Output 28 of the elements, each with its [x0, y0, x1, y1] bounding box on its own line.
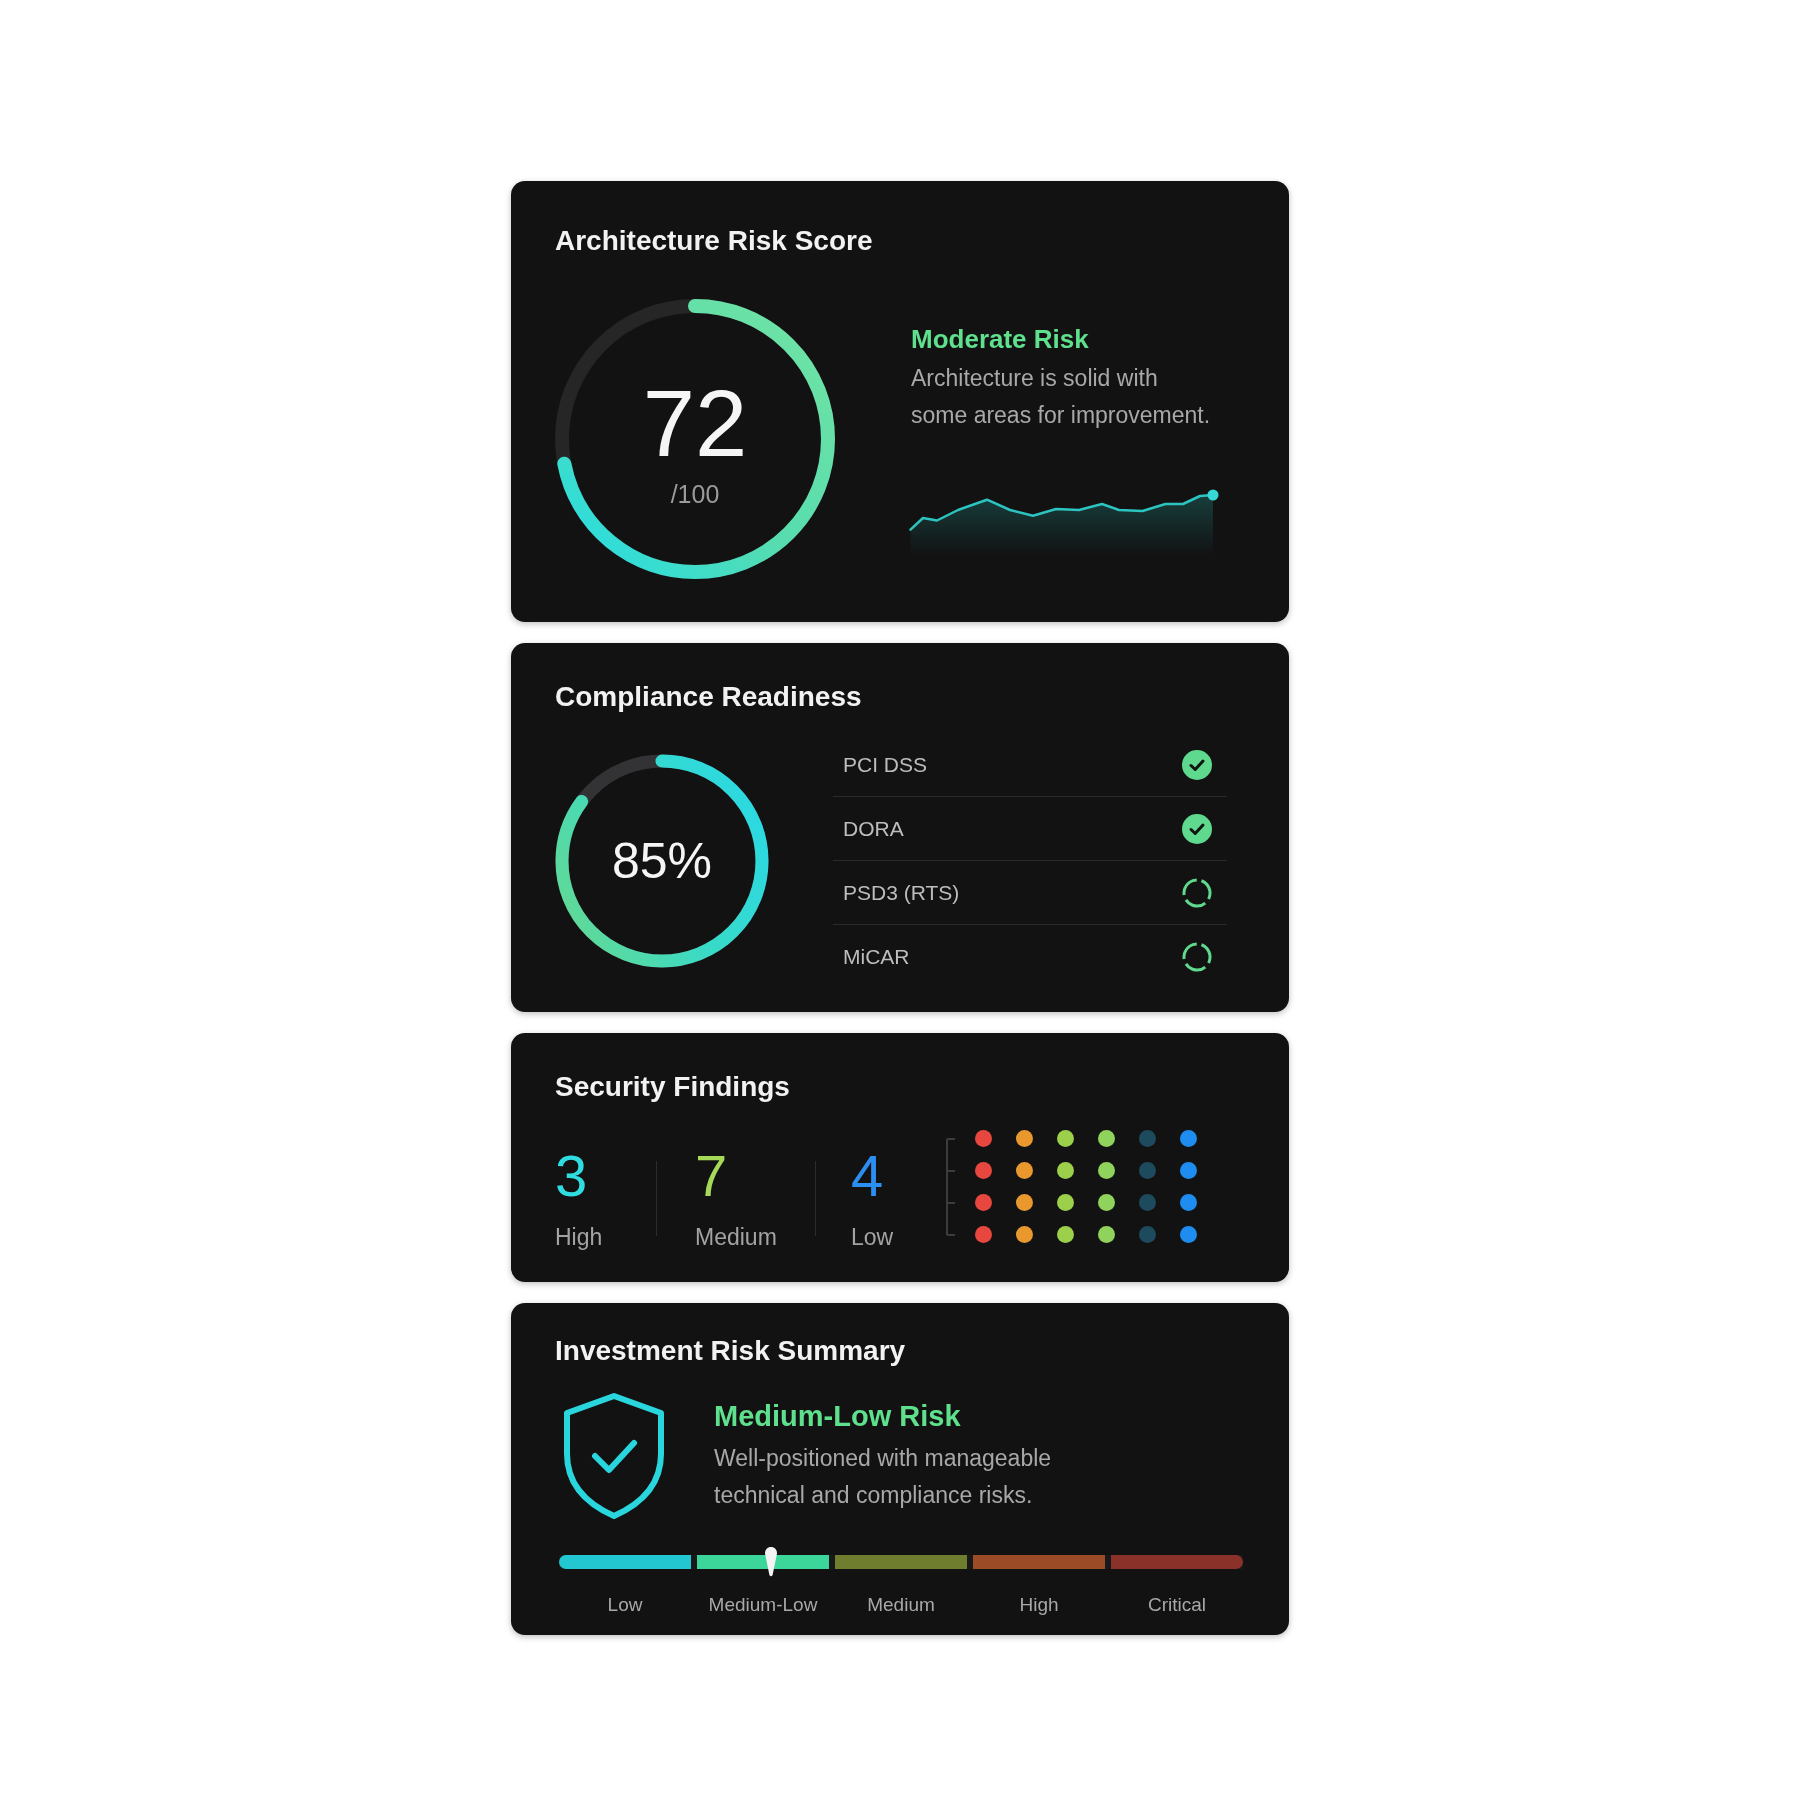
shield-check-icon	[562, 1392, 666, 1520]
severity-label: Medium	[695, 1224, 777, 1250]
card-title: Compliance Readiness	[555, 681, 862, 713]
severity-count: 7	[695, 1147, 728, 1205]
risk-description: Well-positioned with manageable technical and compliance risks.	[714, 1444, 1053, 1510]
framework-label: MiCAR	[843, 944, 910, 970]
card-title: Investment Risk Summary	[555, 1335, 906, 1367]
bracket-icon	[946, 1137, 956, 1236]
scale-label: High	[1018, 1594, 1060, 1616]
scale-label: Medium	[866, 1594, 936, 1616]
score-value: 72	[642, 377, 748, 471]
severity-count: 4	[851, 1147, 884, 1205]
compliance-percent: 85%	[611, 832, 713, 890]
scale-label: Medium-Low	[707, 1594, 819, 1616]
scale-label: Critical	[1146, 1594, 1208, 1616]
framework-label: PSD3 (RTS)	[843, 879, 960, 906]
score-max: /100	[670, 479, 720, 509]
risk-status: Medium-Low Risk	[714, 1399, 961, 1434]
severity-label: Low	[851, 1224, 894, 1250]
risk-status: Moderate Risk	[911, 324, 1089, 354]
framework-label: PCI DSS	[843, 751, 928, 778]
severity-count: 3	[555, 1147, 588, 1205]
card-title: Architecture Risk Score	[555, 225, 873, 257]
card-title: Security Findings	[555, 1071, 790, 1103]
framework-label: DORA	[843, 815, 904, 842]
scale-label: Low	[606, 1594, 644, 1616]
risk-description: Architecture is solid with some areas for improvement.	[911, 364, 1212, 430]
severity-label: High	[555, 1224, 603, 1250]
